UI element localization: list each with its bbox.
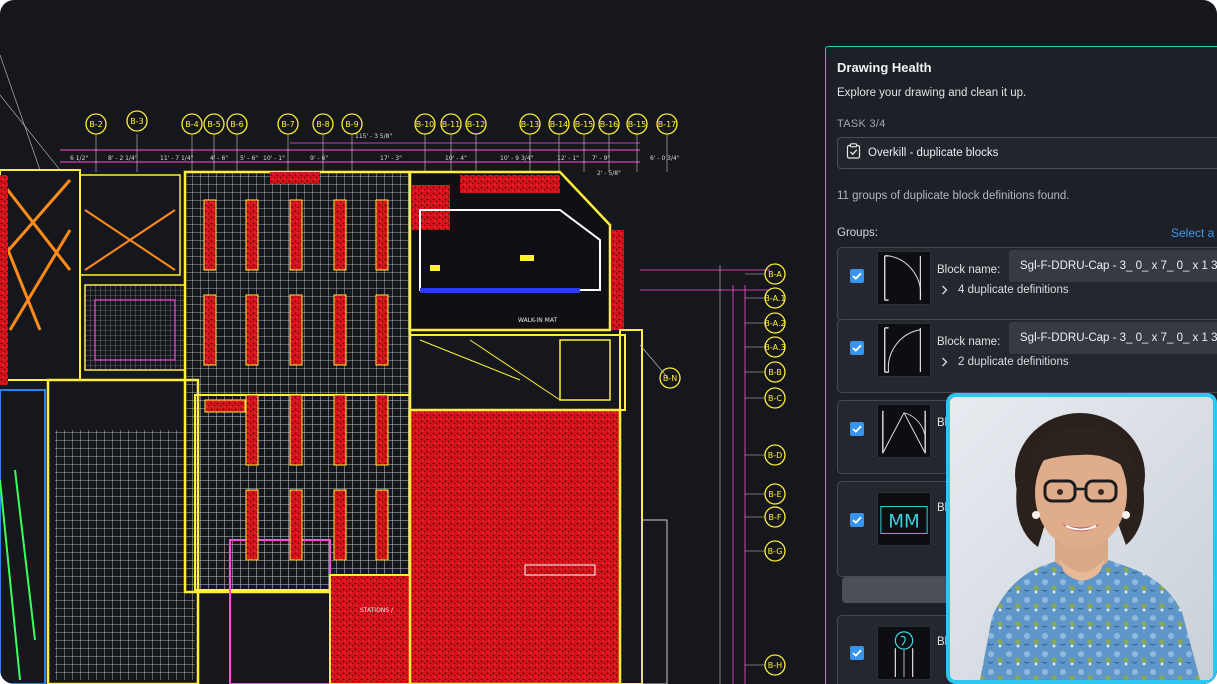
app-window: 6 1/2" 8' - 2 1/4" 11' - 7 1/4" 4' - 6" 5' -… (0, 0, 1217, 684)
checkmark-icon (852, 272, 862, 280)
block-thumbnail: MM (877, 492, 931, 546)
svg-text:MM: MM (888, 512, 920, 533)
panel-subtitle: Explore your drawing and clean it up. (837, 87, 1027, 99)
dimension-text: 115' - 3 5/8" (355, 133, 392, 140)
grid-bubble-label: B-B (768, 368, 782, 377)
block-thumbnail (877, 626, 931, 680)
dimension-text: 6' - 0 3/4" (650, 155, 680, 162)
room-label: STATIONS / (360, 607, 394, 614)
select-all-link[interactable]: Select a (1171, 226, 1214, 240)
checkmark-icon (852, 344, 862, 352)
top-grid-bubbles: B-2 B-3 B-4 B-5 B-6 B-7 B-8 B-9 B-10 B-11 B-12 B-13… (85, 110, 678, 135)
svg-text:B-N: B-N (663, 374, 677, 383)
task-dropdown[interactable]: Overkill - duplicate blocks (837, 137, 1217, 169)
group-card: Block name: Sgl-F-DDRU-Cap - 3_ 0_ x 7_ … (837, 247, 1217, 321)
group-checkbox[interactable] (850, 513, 864, 527)
grid-bubble-label: B-A.1 (764, 294, 785, 303)
dimension-text: 8' - 2 1/4" (108, 155, 138, 162)
task-name: Overkill - duplicate blocks (868, 147, 999, 159)
block-name-field[interactable]: Sgl-F-DDRU-Cap - 3_ 0_ x 7_ 0_ x 1 3_4 (1009, 250, 1217, 282)
group-card: Block name: Sgl-F-DDRU-Cap - 3_ 0_ x 7_ … (837, 319, 1217, 393)
right-grid-bubbles: B-A B-A.1 B-A.2 B-A.3 B-B B-C B-D B-E B-F B-G B-H (745, 263, 786, 676)
grid-bubble-label: B-11 (442, 120, 461, 129)
grid-bubble-label: B-H (768, 661, 782, 670)
block-thumbnail (877, 323, 931, 377)
grid-bubble-label: B-12 (467, 120, 486, 129)
dimension-text: 9' - 6" (310, 155, 328, 162)
presenter-video (946, 393, 1217, 684)
dimension-lines (60, 142, 640, 163)
block-thumbnail (877, 251, 931, 305)
block-name-label: Block name: (937, 264, 1001, 276)
grid-bubble-label: B-16 (600, 120, 619, 129)
grid-bubble-label: B-15 (575, 120, 594, 129)
grid-bubble-label: B-13 (521, 120, 540, 129)
mm-symbol-icon: MM (880, 506, 928, 534)
duplicate-count: 2 duplicate definitions (958, 356, 1069, 368)
apply-button[interactable] (842, 577, 962, 603)
chevron-right-icon (942, 285, 948, 295)
grid-bubble-label: B-9 (345, 120, 358, 129)
grid-bubble-label: B-D (768, 451, 783, 460)
block-thumbnail (877, 404, 931, 458)
dimension-text: 10' - 1" (263, 155, 285, 162)
dimension-text: 11' - 7 1/4" (160, 155, 194, 162)
grid-bubble-label: B-A (768, 270, 782, 279)
clipboard-check-icon (846, 142, 861, 164)
floor-plan-drawing[interactable]: 6 1/2" 8' - 2 1/4" 11' - 7 1/4" 4' - 6" 5' -… (0, 0, 830, 684)
cad-drawing-canvas[interactable]: 6 1/2" 8' - 2 1/4" 11' - 7 1/4" 4' - 6" 5' -… (0, 0, 830, 684)
grid-bubble-label: B-2 (89, 120, 102, 129)
grid-bubble-label: B-10 (416, 120, 435, 129)
presenter-portrait (950, 397, 1213, 680)
grid-bubble-label: B-7 (281, 120, 294, 129)
fixture-symbol-icon (894, 631, 914, 678)
results-summary: 11 groups of duplicate block definitions… (837, 190, 1070, 202)
grid-bubble-label: B-6 (230, 120, 243, 129)
grid-bubble-label: B-F (769, 513, 782, 522)
dimension-text: 5' - 6" (240, 155, 258, 162)
duplicate-count: 4 duplicate definitions (958, 284, 1069, 296)
task-counter: TASK 3/4 (837, 118, 886, 130)
checkmark-icon (852, 516, 862, 524)
duplicates-expander[interactable]: 2 duplicate definitions (941, 356, 1069, 368)
dimension-text: 6 1/2" (70, 155, 88, 162)
grid-bubble-label: B-15 (628, 120, 647, 129)
grid-bubble-label: B-14 (550, 120, 569, 129)
block-name-field[interactable]: Sgl-F-DDRU-Cap - 3_ 0_ x 7_ 0_ x 1 3_4 (1009, 322, 1217, 354)
panel-title: Drawing Health (837, 60, 932, 75)
checkmark-icon (852, 425, 862, 433)
mid-grid-bubble: B-N (659, 367, 681, 389)
group-checkbox[interactable] (850, 269, 864, 283)
grid-bubble-label: B-E (768, 490, 781, 499)
block-name-label: Block name: (937, 336, 1001, 348)
right-grid-lines (639, 265, 770, 684)
chevron-right-icon (942, 357, 948, 367)
group-checkbox[interactable] (850, 422, 864, 436)
grid-bubble-label: B-5 (207, 120, 220, 129)
dimension-text: 10' - 4" (445, 155, 467, 162)
dimension-text: 12' - 1" (557, 155, 579, 162)
dimension-text: 4' - 6" (210, 155, 228, 162)
group-checkbox[interactable] (850, 646, 864, 660)
dimension-text: 7' - 9" (592, 155, 610, 162)
grid-bubble-label: B-A.2 (764, 319, 785, 328)
door-swing-icon (884, 327, 921, 373)
building-walls (0, 169, 668, 684)
grid-bubble-label: B-4 (185, 120, 198, 129)
grid-bubble-label: B-A.3 (764, 343, 785, 352)
dimension-text: 10' - 9 3/4" (500, 155, 534, 162)
duplicates-expander[interactable]: 4 duplicate definitions (941, 284, 1069, 296)
room-label: WALK-IN MAT (518, 317, 558, 324)
grid-bubble-label: B-G (768, 547, 783, 556)
grid-bubble-label: B-C (768, 394, 782, 403)
checkmark-icon (852, 649, 862, 657)
group-checkbox[interactable] (850, 341, 864, 355)
door-swing-icon (884, 255, 922, 301)
grid-bubble-label: B-8 (316, 120, 329, 129)
grid-bubble-label: B-17 (658, 120, 677, 129)
grid-bubble-label: B-3 (130, 117, 143, 126)
groups-label: Groups: (837, 227, 878, 239)
double-door-icon (882, 410, 926, 454)
dimension-text: 17' - 3" (380, 155, 402, 162)
